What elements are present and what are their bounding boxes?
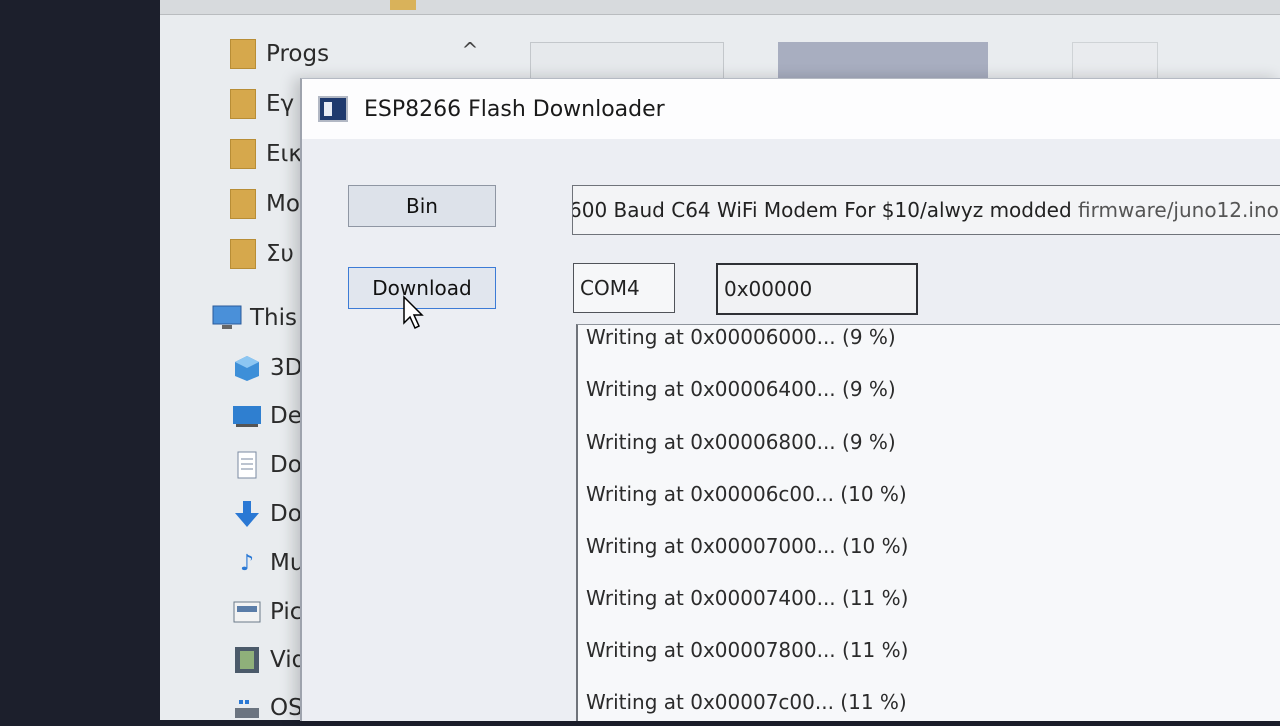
bin-path-text-overflow: firmware/juno12.ino.ge: [1078, 198, 1280, 222]
flash-downloader-dialog: ESP8266 Flash Downloader Bin Download 60…: [300, 78, 1280, 721]
bin-path-field[interactable]: 600 Baud C64 WiFi Modem For $10/alwyz mo…: [572, 185, 1280, 235]
log-line: Writing at 0x00006000... (9 %): [586, 325, 896, 349]
log-line: Writing at 0x00007000... (10 %): [586, 534, 909, 558]
flash-address-field[interactable]: 0x00000: [716, 263, 918, 315]
nav-item-label: Do: [270, 452, 302, 478]
nav-item-label: Pic: [270, 599, 303, 625]
log-line: Writing at 0x00007800... (11 %): [586, 638, 909, 662]
nav-item-progs[interactable]: Progs: [230, 36, 390, 72]
log-line: Writing at 0x00007c00... (11 %): [586, 690, 907, 714]
computer-icon: [212, 304, 242, 332]
log-line: Writing at 0x00006c00... (10 %): [586, 482, 907, 506]
dialog-title-bar[interactable]: ESP8266 Flash Downloader: [302, 79, 1280, 139]
com-port-field[interactable]: COM4: [573, 263, 675, 313]
download-arrow-icon: [232, 500, 262, 528]
nav-item-label: This: [250, 305, 297, 331]
progress-log[interactable]: Writing at 0x00006000... (9 %) Writing a…: [576, 324, 1280, 721]
mouse-cursor-icon: [403, 295, 424, 330]
dialog-title: ESP8266 Flash Downloader: [364, 96, 665, 122]
folder-icon: [230, 139, 256, 169]
cube-icon: [232, 354, 262, 382]
bin-button[interactable]: Bin: [348, 185, 496, 227]
explorer-address-bar: [160, 0, 1280, 15]
nav-item-label: Do: [270, 501, 302, 527]
picture-icon: [232, 598, 262, 626]
explorer-column-header[interactable]: [778, 42, 988, 82]
folder-icon: [390, 0, 416, 10]
film-icon: [232, 646, 262, 674]
nav-item-label: Μο: [266, 191, 300, 217]
scroll-up-icon[interactable]: ^: [455, 35, 485, 65]
folder-icon: [230, 189, 256, 219]
nav-item-label: Εγ: [266, 91, 295, 117]
drive-icon: [232, 694, 262, 722]
folder-icon: [230, 89, 256, 119]
log-line: Writing at 0x00006800... (9 %): [586, 430, 896, 454]
nav-item-label: OS: [270, 695, 303, 721]
folder-icon: [230, 39, 256, 69]
nav-item-label: Progs: [266, 41, 330, 67]
bin-path-text: 600 Baud C64 WiFi Modem For $10/alwyz mo…: [572, 198, 1072, 222]
nav-item-label: Συ: [266, 241, 294, 267]
log-line: Writing at 0x00006400... (9 %): [586, 377, 896, 401]
app-icon: [318, 96, 348, 122]
log-line: Writing at 0x00007400... (11 %): [586, 586, 909, 610]
document-icon: [232, 451, 262, 479]
nav-item-label: Εικ: [266, 141, 302, 167]
desktop-icon: [232, 402, 262, 430]
folder-icon: [230, 239, 256, 269]
nav-item-label: De: [270, 403, 302, 429]
nav-item-label: 3D: [270, 355, 303, 381]
music-note-icon: ♪: [239, 550, 255, 576]
